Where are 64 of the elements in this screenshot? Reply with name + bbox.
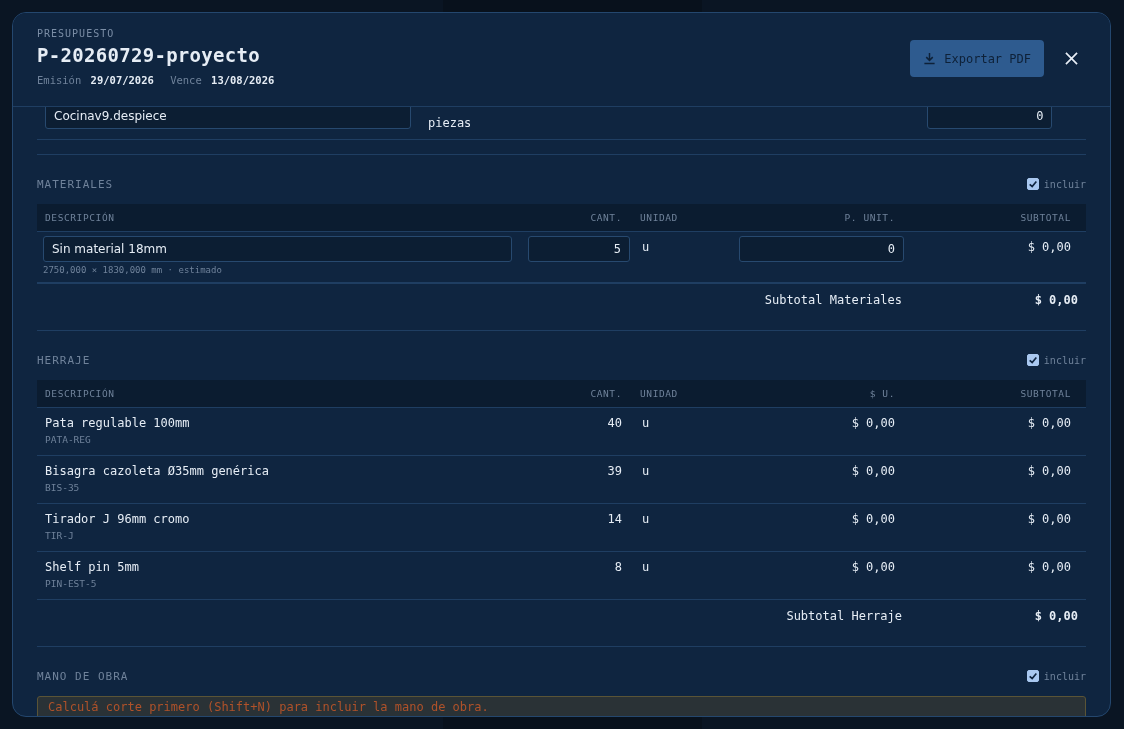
include-label: incluir xyxy=(1043,178,1086,190)
item-code: PATA-REG xyxy=(45,434,92,445)
section-title: MANO DE OBRA xyxy=(37,669,129,683)
table-cell-text: 40 xyxy=(606,416,623,430)
table-cell-text: $ 0,00 xyxy=(1026,239,1072,254)
subtotal-label: Subtotal Herraje xyxy=(785,608,902,623)
modal-title: P-20260729-proyecto xyxy=(37,44,262,66)
piece-count: piezas xyxy=(428,115,472,130)
table-cell-text: $ 0,00 xyxy=(850,512,896,526)
table-cell-text: u xyxy=(641,512,651,526)
include-checkbox[interactable] xyxy=(1026,354,1039,366)
column-header: $ U. xyxy=(868,388,896,399)
item-name: Shelf pin 5mm xyxy=(45,560,140,574)
subtotal-label: Subtotal Materiales xyxy=(763,292,902,307)
table-cell-text: $ 0,00 xyxy=(1026,512,1072,526)
table-cell-text: $ 0,00 xyxy=(1026,416,1072,430)
table-cell-text: u xyxy=(641,416,651,430)
table-cell-text: 14 xyxy=(606,512,623,526)
table-cell-text: $ 0,00 xyxy=(850,560,896,574)
table-cell-text: $ 0,00 xyxy=(850,464,896,478)
warning-message: Calculá corte primero (Shift+N) para incluir la mano de obra. xyxy=(37,696,1086,716)
item-name: Bisagra cazoleta Ø35mm genérica xyxy=(45,464,270,478)
item-code: TIR-J xyxy=(45,530,75,541)
include-checkbox[interactable] xyxy=(1026,178,1039,190)
table-cell-text: u xyxy=(641,560,651,574)
column-header: UNIDAD xyxy=(639,388,679,399)
subtotal-value: $ 0,00 xyxy=(1033,292,1079,307)
download-icon xyxy=(923,52,937,65)
price-field[interactable]: 0 xyxy=(739,236,904,262)
include-checkbox[interactable] xyxy=(1026,670,1039,682)
column-header: DESCRIPCIÓN xyxy=(44,388,116,399)
table-cell-text: $ 0,00 xyxy=(850,416,896,430)
table-cell-text: 39 xyxy=(606,464,623,478)
price-field[interactable]: 0 xyxy=(927,107,1053,129)
section-title: MATERIALES xyxy=(37,177,114,191)
column-header: CANT. xyxy=(589,388,623,399)
column-header: DESCRIPCIÓN xyxy=(44,212,116,223)
include-label: incluir xyxy=(1043,354,1086,366)
item-name: Pata regulable 100mm xyxy=(45,416,191,430)
include-label: incluir xyxy=(1043,670,1086,682)
table-cell-text: u xyxy=(641,239,651,254)
material-note: 2750,000 × 1830,000 mm · estimado xyxy=(43,265,223,275)
table-cell-text: u xyxy=(641,464,651,478)
column-header: SUBTOTAL xyxy=(1019,212,1072,223)
modal-eyebrow: PRESUPUESTO xyxy=(37,28,116,39)
column-header: SUBTOTAL xyxy=(1019,388,1072,399)
section-title: HERRAJE xyxy=(37,353,91,367)
item-code: PIN-EST-5 xyxy=(45,578,98,589)
due-date: 13/08/2026 xyxy=(211,74,275,86)
column-header: P. UNIT. xyxy=(843,212,896,223)
column-header: CANT. xyxy=(589,212,623,223)
item-name: Tirador J 96mm cromo xyxy=(45,512,191,526)
table-cell-text: $ 0,00 xyxy=(1026,464,1072,478)
due-label: Vence xyxy=(170,74,202,86)
quantity-field[interactable]: 5 xyxy=(528,236,630,262)
issued-label: Emisión xyxy=(37,74,82,86)
issued-date: 29/07/2026 xyxy=(90,74,154,86)
subtotal-value: $ 0,00 xyxy=(1033,608,1079,623)
item-code: BIS-35 xyxy=(45,482,81,493)
description-field[interactable]: Cocinav9.despiece xyxy=(45,107,411,129)
table-cell-text: 8 xyxy=(613,560,623,574)
material-field[interactable]: Sin material 18mm xyxy=(43,236,512,262)
table-cell-text: $ 0,00 xyxy=(1026,560,1072,574)
column-header: UNIDAD xyxy=(639,212,679,223)
